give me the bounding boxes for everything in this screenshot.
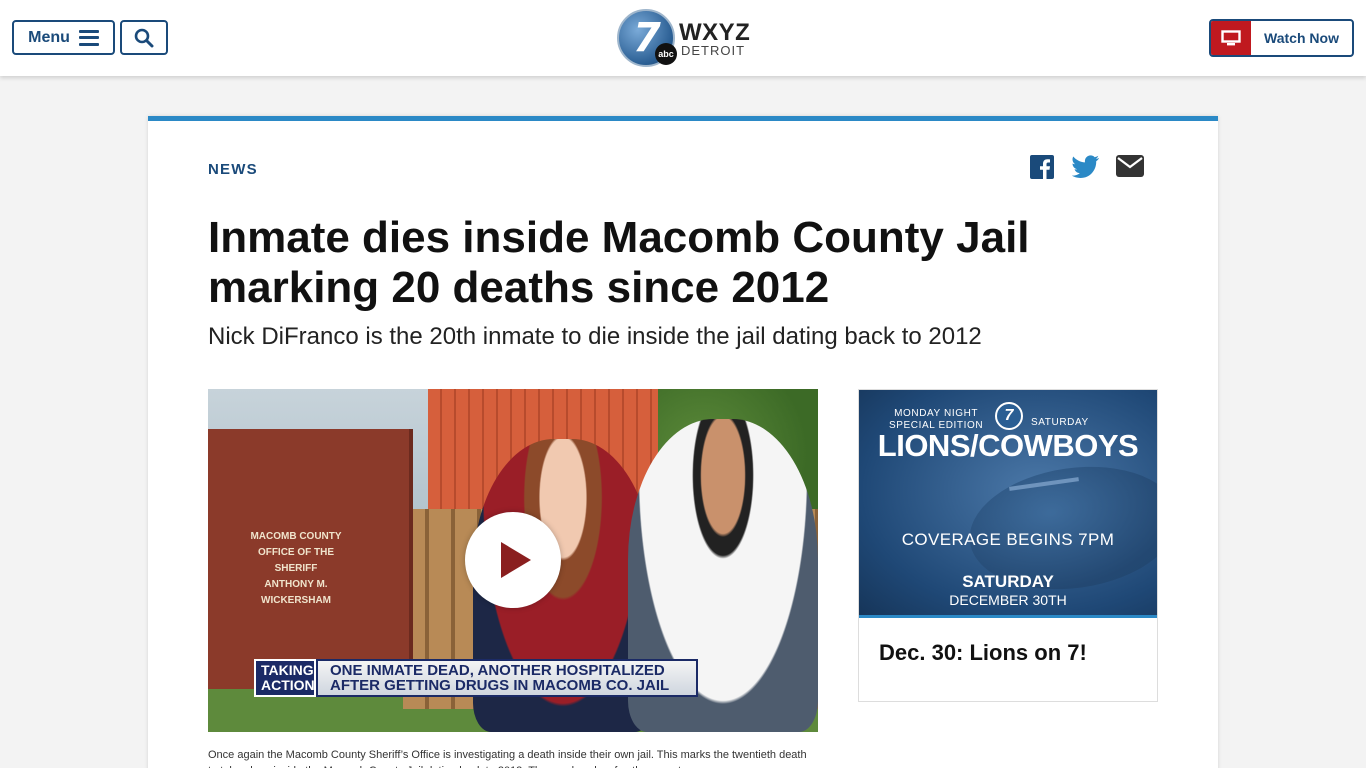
logo-city: DETROIT [681,43,746,58]
share-email-button[interactable] [1116,155,1144,177]
site-header: Menu 7 abc WXYZ DETROIT Watch Now [0,0,1366,76]
article-card: NEWS Inmate dies inside Macomb County Ja… [148,116,1218,768]
promo-card[interactable]: MONDAY NIGHT SPECIAL EDITION 7 SATURDAY … [858,389,1158,702]
promo-image: MONDAY NIGHT SPECIAL EDITION 7 SATURDAY … [859,390,1157,618]
video-player[interactable]: MACOMB COUNTY OFFICE OF THE SHERIFF ANTH… [208,389,818,732]
sheriff-sign-line: ANTHONY M. WICKERSHAM [261,579,331,606]
mail-icon [1116,155,1144,177]
article-headline: Inmate dies inside Macomb County Jail ma… [208,213,1030,312]
sheriff-sign-line: MACOMB COUNTY [250,531,342,542]
lower-third-line: ONE INMATE DEAD, ANOTHER HOSPITALIZED [330,662,665,679]
play-icon [501,542,531,578]
promo-coverage: COVERAGE BEGINS 7PM [901,530,1115,549]
watch-now-label: Watch Now [1264,30,1339,46]
facebook-icon [1030,155,1054,179]
promo-monday-line: MONDAY NIGHT [894,408,979,419]
search-button[interactable] [120,20,168,55]
promo-matchup: LIONS/COWBOYS [877,428,1139,463]
promo-saturday-small: SATURDAY [1031,417,1089,428]
share-twitter-button[interactable] [1072,155,1100,179]
section-label[interactable]: NEWS [208,161,258,178]
lower-third-line: AFTER GETTING DRUGS IN MACOMB CO. JAIL [330,677,670,694]
logo-emblem: 7 abc [617,9,677,67]
article-body-text: Once again the Macomb County Sheriff’s O… [208,749,807,768]
promo-date: DECEMBER 30TH [949,592,1067,608]
watch-now-button[interactable]: Watch Now [1209,19,1354,57]
logo-network: abc [655,43,677,65]
lower-third-headline: ONE INMATE DEAD, ANOTHER HOSPITALIZED AF… [316,659,698,697]
article-subhead: Nick DiFranco is the 20th inmate to die … [208,323,982,350]
hamburger-icon [78,29,99,46]
taking-action-tag: TAKING ACTION [254,659,316,697]
sheriff-sign: MACOMB COUNTY OFFICE OF THE SHERIFF ANTH… [236,529,356,609]
tag-line: TAKING [261,662,314,678]
news-lower-third: TAKING ACTION ONE INMATE DEAD, ANOTHER H… [254,659,698,697]
video-sheriff-building: MACOMB COUNTY OFFICE OF THE SHERIFF ANTH… [208,429,413,689]
promo-logo: 7 [995,402,1023,430]
search-icon [134,28,154,47]
site-logo[interactable]: 7 abc WXYZ DETROIT [617,9,757,67]
twitter-icon [1072,155,1099,178]
sheriff-sign-line: OFFICE OF THE SHERIFF [257,547,335,574]
menu-label: Menu [28,28,70,46]
tv-icon [1221,30,1241,46]
share-facebook-button[interactable] [1030,155,1054,179]
tag-line: ACTION [261,677,315,693]
promo-title[interactable]: Dec. 30: Lions on 7! [879,640,1087,666]
promo-day: SATURDAY [962,572,1054,591]
menu-button[interactable]: Menu [12,20,115,55]
watch-icon-box [1211,21,1251,55]
play-button[interactable] [465,512,561,608]
